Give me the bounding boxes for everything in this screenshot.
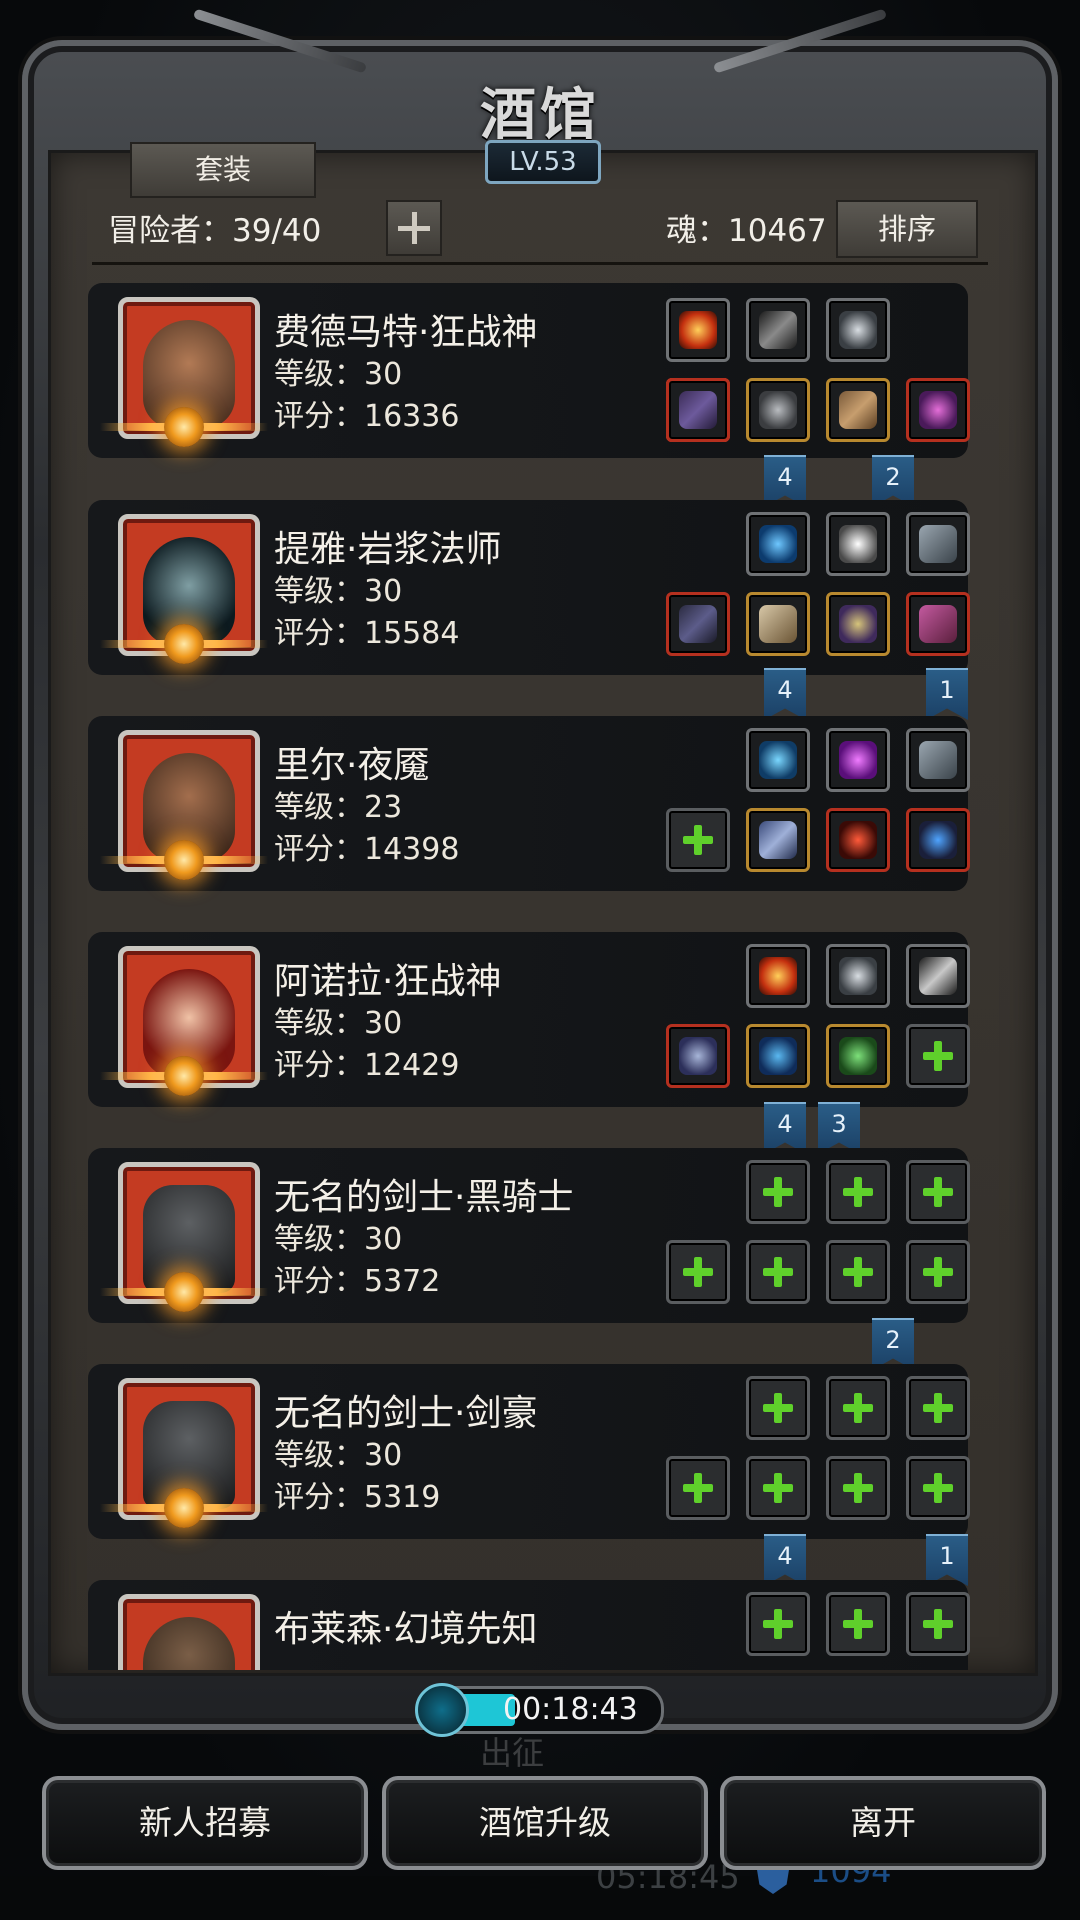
empty-slot-add-button[interactable] xyxy=(906,1592,970,1656)
equipment-slot[interactable] xyxy=(826,378,890,442)
equipment-slot[interactable] xyxy=(746,378,810,442)
equipment-slot[interactable] xyxy=(906,808,970,872)
equipment-slot[interactable] xyxy=(746,728,810,792)
equipment-slot[interactable] xyxy=(746,1024,810,1088)
empty-slot-add-button[interactable] xyxy=(746,1592,810,1656)
rank-emblem-icon xyxy=(164,624,204,664)
equipment-slot[interactable] xyxy=(826,298,890,362)
set-button[interactable]: 套装 xyxy=(130,142,316,198)
hero-name: 布莱森·幻境先知 xyxy=(274,1609,538,1650)
empty-slot-add-button[interactable] xyxy=(906,1024,970,1088)
rank-emblem-icon xyxy=(164,1056,204,1096)
level-badge: LV.53 xyxy=(485,140,601,184)
hero-name: 无名的剑士·黑骑士 xyxy=(274,1177,574,1218)
equipment-slot[interactable] xyxy=(746,512,810,576)
adventurer-count: 冒险者：39/40 xyxy=(108,213,322,249)
equipment-slot[interactable] xyxy=(746,592,810,656)
equipment-slot[interactable] xyxy=(826,592,890,656)
hero-level: 等级：30 xyxy=(274,574,403,609)
empty-slot-add-button[interactable] xyxy=(746,1240,810,1304)
hero-score: 评分：16336 xyxy=(274,399,460,434)
equipment-slot[interactable] xyxy=(746,808,810,872)
equipment-slot[interactable] xyxy=(666,1024,730,1088)
hero-portrait xyxy=(118,1594,260,1670)
empty-slot-add-button[interactable] xyxy=(826,1592,890,1656)
equipment-slot[interactable] xyxy=(826,1024,890,1088)
hero-score: 评分：12429 xyxy=(274,1048,460,1083)
clock-icon xyxy=(415,1683,469,1737)
hero-name: 提雅·岩浆法师 xyxy=(274,529,502,570)
empty-slot-add-button[interactable] xyxy=(826,1456,890,1520)
sortie-label: 出征 xyxy=(480,1734,545,1772)
empty-slot-add-button[interactable] xyxy=(746,1376,810,1440)
empty-slot-add-button[interactable] xyxy=(906,1376,970,1440)
hero-score: 评分：15584 xyxy=(274,616,460,651)
recruit-button[interactable]: 新人招募 xyxy=(42,1776,368,1870)
hero-name: 阿诺拉·狂战神 xyxy=(274,961,502,1002)
hero-name: 里尔·夜魇 xyxy=(274,745,430,786)
rank-emblem-icon xyxy=(164,840,204,880)
hero-level: 等级：30 xyxy=(274,1222,403,1257)
rank-emblem-icon xyxy=(164,1488,204,1528)
soul-count: 魂：10467 xyxy=(666,213,827,249)
equipment-slot[interactable] xyxy=(666,298,730,362)
empty-slot-add-button[interactable] xyxy=(666,1456,730,1520)
empty-slot-add-button[interactable] xyxy=(666,1240,730,1304)
divider xyxy=(92,262,988,265)
empty-slot-add-button[interactable] xyxy=(746,1160,810,1224)
rank-emblem-icon xyxy=(164,1272,204,1312)
empty-slot-add-button[interactable] xyxy=(666,808,730,872)
hero-score: 评分：5319 xyxy=(274,1480,441,1515)
hero-name: 费德马特·狂战神 xyxy=(274,312,538,353)
equipment-slot[interactable] xyxy=(906,592,970,656)
empty-slot-add-button[interactable] xyxy=(826,1240,890,1304)
hero-score: 评分：14398 xyxy=(274,832,460,867)
equipment-slot[interactable] xyxy=(906,944,970,1008)
empty-slot-add-button[interactable] xyxy=(906,1456,970,1520)
equipment-slot[interactable] xyxy=(826,728,890,792)
empty-slot-add-button[interactable] xyxy=(746,1456,810,1520)
equipment-slot[interactable] xyxy=(826,808,890,872)
hero-level: 等级：30 xyxy=(274,1438,403,1473)
empty-slot-add-button[interactable] xyxy=(826,1376,890,1440)
empty-slot-add-button[interactable] xyxy=(906,1240,970,1304)
hero-level: 等级：30 xyxy=(274,1006,403,1041)
equipment-slot[interactable] xyxy=(906,728,970,792)
empty-slot-add-button[interactable] xyxy=(826,1160,890,1224)
empty-slot-add-button[interactable] xyxy=(906,1160,970,1224)
countdown-timer: 00:18:43 xyxy=(415,1683,664,1737)
equipment-slot[interactable] xyxy=(666,592,730,656)
bottom-strip xyxy=(0,1876,1080,1920)
equipment-slot[interactable] xyxy=(906,512,970,576)
page-title: 酒馆 xyxy=(480,82,600,148)
hero-name: 无名的剑士·剑豪 xyxy=(274,1393,538,1434)
upgrade-tavern-button[interactable]: 酒馆升级 xyxy=(382,1776,708,1870)
equipment-slot[interactable] xyxy=(666,378,730,442)
hero-level: 等级：23 xyxy=(274,790,403,825)
rank-emblem-icon xyxy=(164,407,204,447)
equipment-slot[interactable] xyxy=(906,378,970,442)
timer-text: 00:18:43 xyxy=(503,1692,638,1727)
add-slot-button[interactable] xyxy=(386,200,442,256)
equipment-slot[interactable] xyxy=(746,944,810,1008)
equipment-slot[interactable] xyxy=(826,944,890,1008)
leave-button[interactable]: 离开 xyxy=(720,1776,1046,1870)
equipment-slot[interactable] xyxy=(826,512,890,576)
hero-level: 等级：30 xyxy=(274,357,403,392)
hero-score: 评分：5372 xyxy=(274,1264,441,1299)
sort-button[interactable]: 排序 xyxy=(836,200,978,258)
equipment-slot[interactable] xyxy=(746,298,810,362)
